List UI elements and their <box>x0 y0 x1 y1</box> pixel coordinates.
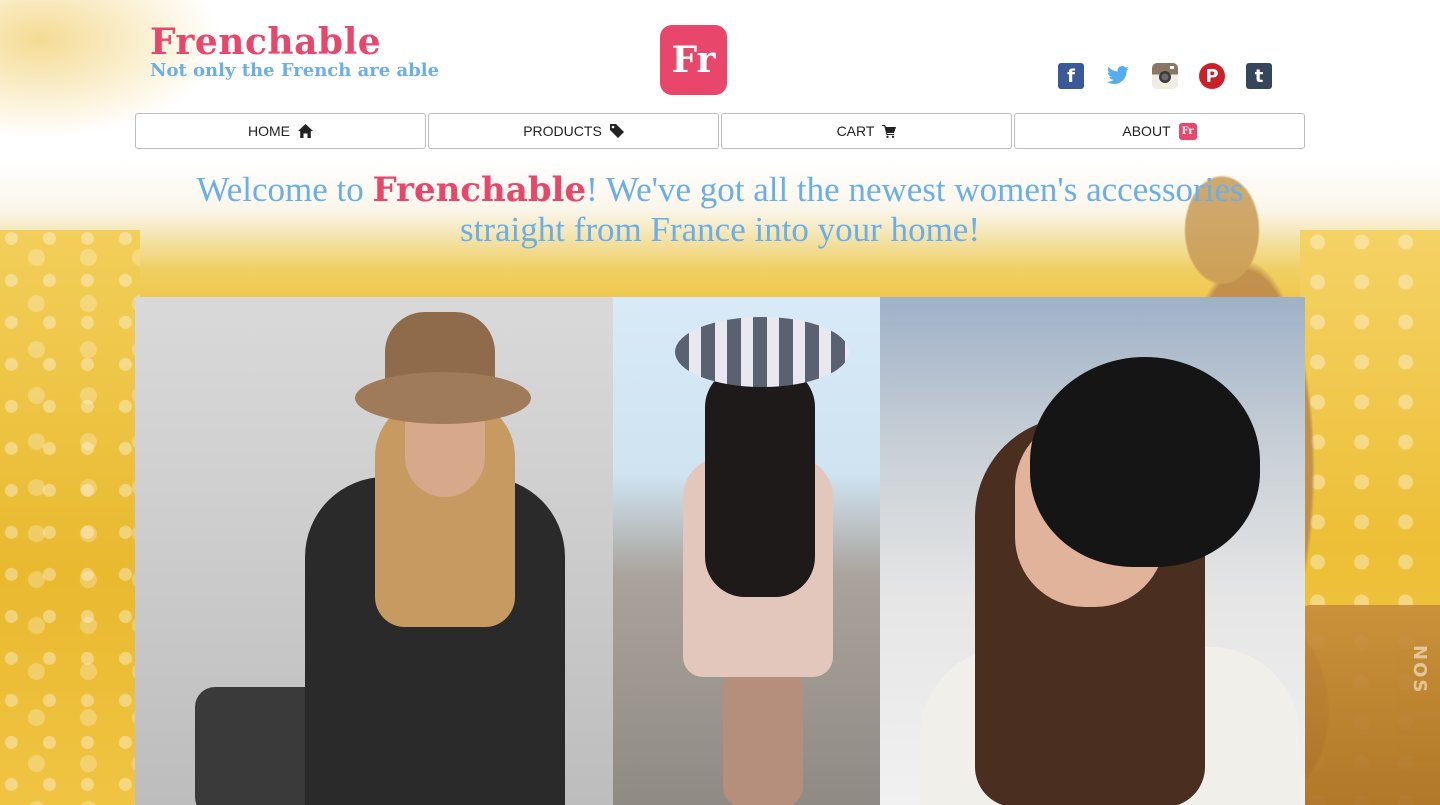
pinterest-icon[interactable]: P <box>1199 63 1225 89</box>
logo-badge[interactable]: Fr <box>660 25 727 95</box>
nav-products[interactable]: PRODUCTS <box>428 113 719 149</box>
shopping-cart-icon <box>882 124 897 138</box>
fedora-brim <box>355 372 531 424</box>
nav-cart-label: CART <box>836 123 875 139</box>
black-knit-beanie <box>1030 357 1260 567</box>
photo-black-beanie[interactable] <box>880 297 1305 805</box>
nav-home-label: HOME <box>248 123 290 139</box>
dark-hair <box>705 367 815 597</box>
home-icon <box>298 124 313 138</box>
fr-logo-icon: Fr <box>1178 122 1197 140</box>
welcome-prefix: Welcome to <box>196 170 373 209</box>
twitter-bird-shape <box>1106 66 1129 84</box>
brand-tagline: Not only the French are able <box>150 60 440 81</box>
nav-home[interactable]: HOME <box>135 113 426 149</box>
welcome-heading: Welcome to Frenchable! We've got all the… <box>135 170 1305 250</box>
brand-block[interactable]: Frenchable Not only the French are able <box>150 20 439 82</box>
brand-title[interactable]: Frenchable <box>150 20 439 64</box>
main-nav: HOME PRODUCTS CART ABOUT Fr <box>135 113 1305 149</box>
page: Frenchable Not only the French are able … <box>0 0 1440 805</box>
nav-about[interactable]: ABOUT Fr <box>1014 113 1305 149</box>
facebook-icon[interactable]: f <box>1058 63 1084 89</box>
photo-striped-sun-hat[interactable] <box>613 297 880 805</box>
tag-icon <box>609 124 624 138</box>
photo-fedora-leather-jacket[interactable] <box>135 297 613 805</box>
nav-products-label: PRODUCTS <box>523 123 602 139</box>
welcome-line2: straight from France into your home! <box>459 210 980 249</box>
welcome-brand: Frenchable <box>372 170 587 210</box>
nav-about-label: ABOUT <box>1122 123 1171 139</box>
social-links: f P t <box>1058 63 1272 89</box>
photo-gallery <box>135 297 1305 805</box>
welcome-line1-rest: ! We've got all the newest women's acces… <box>586 170 1244 209</box>
model-legs <box>723 667 803 805</box>
nav-cart[interactable]: CART <box>721 113 1012 149</box>
twitter-icon[interactable] <box>1105 63 1131 89</box>
striped-sun-hat <box>675 317 849 387</box>
instagram-icon[interactable] <box>1152 63 1178 89</box>
tumblr-icon[interactable]: t <box>1246 63 1272 89</box>
instagram-camera-shape <box>1159 66 1174 83</box>
